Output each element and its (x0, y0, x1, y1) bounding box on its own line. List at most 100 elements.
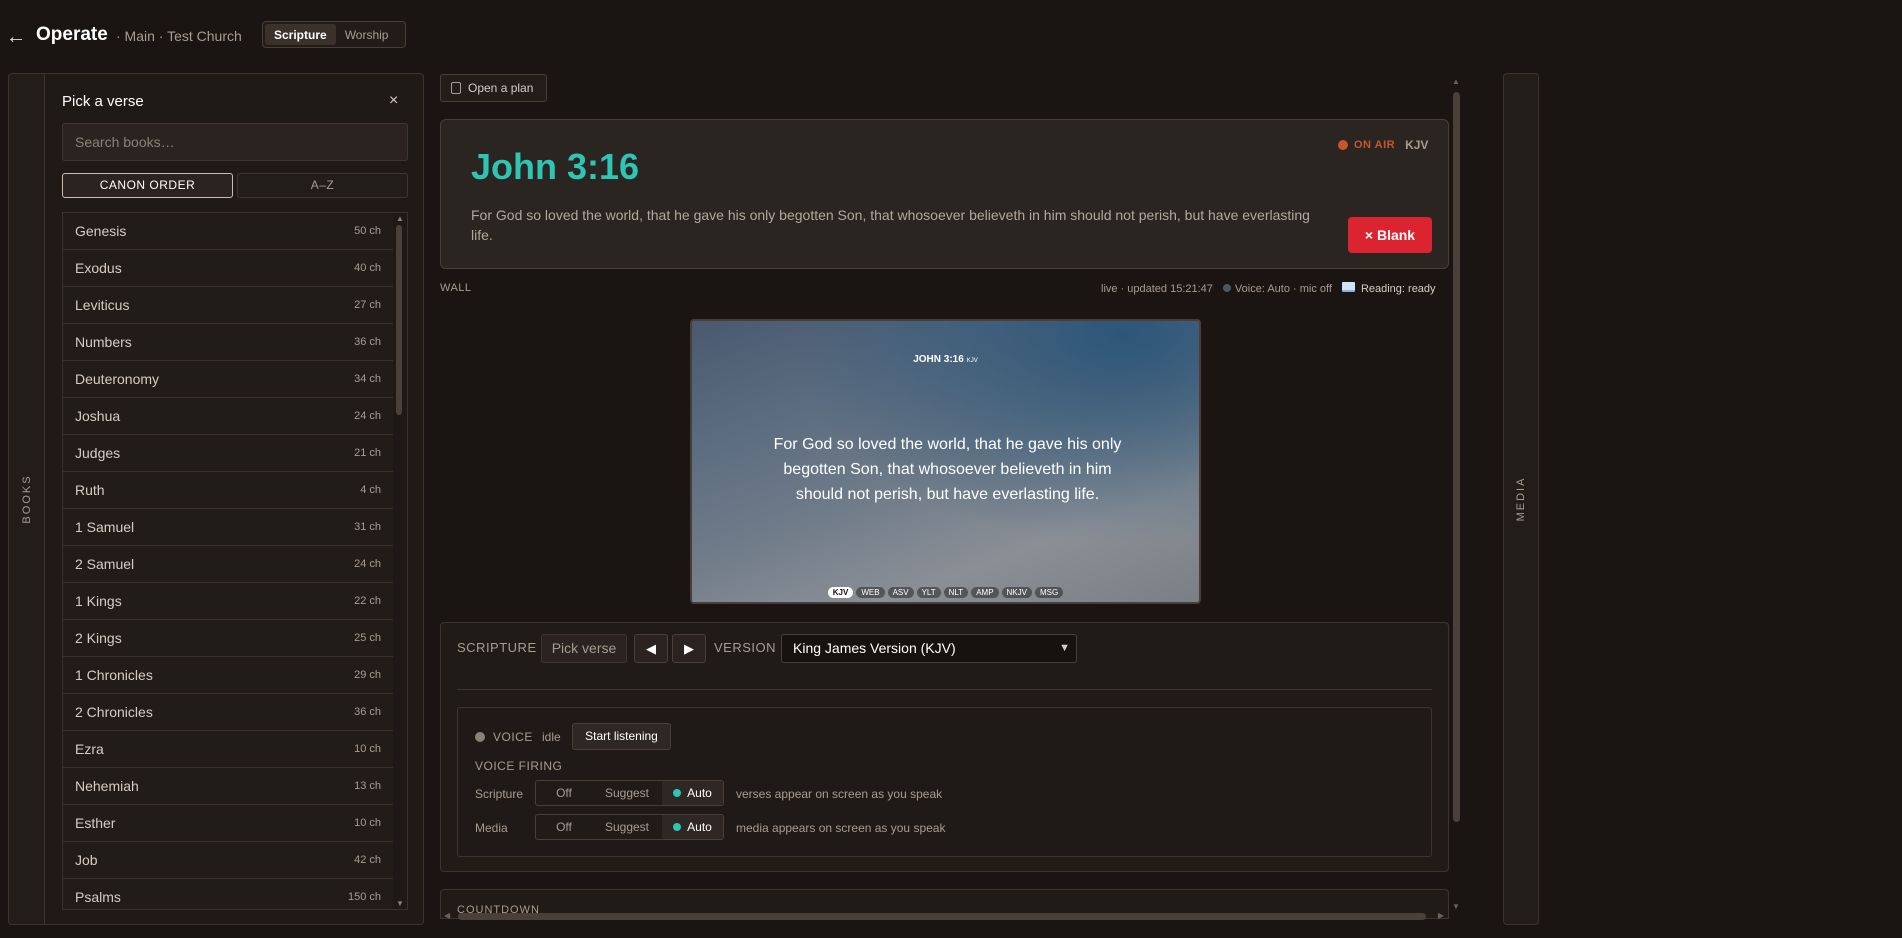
on-air-indicator: ON AIR KJV (1338, 138, 1428, 152)
back-arrow-icon[interactable]: ← (6, 26, 26, 49)
book-name: Judges (75, 445, 121, 461)
media-suggest-option[interactable]: Suggest (592, 815, 662, 839)
open-book-icon (1341, 282, 1355, 292)
live-reference: John 3:16 (471, 146, 640, 187)
book-name: Numbers (75, 334, 132, 350)
start-listening-button[interactable]: Start listening (572, 723, 671, 750)
sort-az-button[interactable]: A–Z (237, 173, 408, 198)
book-chapter-count: 10 ch (354, 817, 381, 829)
page-title: Operate (36, 24, 108, 45)
book-row[interactable]: Judges 21 ch (63, 435, 393, 472)
blank-button[interactable]: × Blank (1348, 217, 1432, 253)
book-chapter-count: 24 ch (354, 558, 381, 570)
mode-worship-button[interactable]: Worship (336, 24, 398, 45)
book-name: 2 Kings (75, 630, 122, 646)
mode-switch: Scripture Worship (262, 21, 406, 48)
book-row[interactable]: 1 Samuel 31 ch (63, 509, 393, 546)
book-row[interactable]: Genesis 50 ch (63, 213, 393, 250)
book-row[interactable]: Psalms 150 ch (63, 879, 393, 909)
book-row[interactable]: 1 Chronicles 29 ch (63, 657, 393, 694)
live-verse-card: John 3:16 For God so loved the world, th… (440, 119, 1449, 269)
on-air-dot-icon (1338, 140, 1348, 150)
version-chip-amp[interactable]: AMP (971, 587, 999, 598)
book-row[interactable]: 2 Chronicles 36 ch (63, 694, 393, 731)
scroll-up-icon[interactable]: ▲ (396, 214, 404, 223)
book-name: Esther (75, 815, 116, 831)
scripture-off-option[interactable]: Off (536, 781, 592, 805)
scripture-auto-option[interactable]: Auto (662, 781, 723, 805)
preview-reference: JOHN 3:16 KJV (913, 354, 978, 365)
voice-title: VOICE (493, 730, 533, 744)
open-plan-button[interactable]: Open a plan (440, 74, 547, 102)
scroll-thumb[interactable] (458, 913, 1426, 920)
book-row[interactable]: 2 Samuel 24 ch (63, 546, 393, 583)
books-rail[interactable]: BOOKS (8, 73, 44, 925)
book-name: Nehemiah (75, 778, 139, 794)
version-chip-nlt[interactable]: NLT (943, 587, 969, 598)
version-select[interactable]: King James Version (KJV) ▼ (781, 634, 1077, 663)
prev-verse-button[interactable]: ◀ (634, 634, 668, 663)
book-row[interactable]: Joshua 24 ch (63, 398, 393, 435)
scroll-up-icon[interactable]: ▲ (1452, 77, 1460, 86)
divider (457, 689, 1432, 690)
on-air-label: ON AIR (1354, 139, 1396, 151)
scripture-suggest-option[interactable]: Suggest (592, 781, 662, 805)
version-chip-web[interactable]: WEB (856, 587, 885, 598)
scroll-down-icon[interactable]: ▼ (396, 899, 404, 908)
book-name: Ezra (75, 741, 104, 757)
book-chapter-count: 34 ch (354, 373, 381, 385)
version-chip-asv[interactable]: ASV (887, 587, 914, 598)
book-name: Psalms (75, 889, 121, 905)
book-chapter-count: 22 ch (354, 595, 381, 607)
scroll-thumb[interactable] (1453, 92, 1460, 822)
book-chapter-count: 4 ch (360, 484, 381, 496)
version-chip-nkjv[interactable]: NKJV (1001, 587, 1032, 598)
sort-canon-button[interactable]: CANON ORDER (62, 173, 233, 198)
next-verse-button[interactable]: ▶ (672, 634, 706, 663)
scripture-firing-hint: verses appear on screen as you speak (736, 787, 943, 801)
book-list: Genesis 50 ch Exodus 40 ch Leviticus 27 ch Num… (62, 212, 408, 910)
media-rail[interactable]: MEDIA (1503, 73, 1539, 925)
books-rail-label: BOOKS (20, 474, 33, 524)
voice-state: idle (542, 730, 561, 744)
book-chapter-count: 10 ch (354, 743, 381, 755)
book-row[interactable]: Ruth 4 ch (63, 472, 393, 509)
main-vertical-scrollbar[interactable]: ▲ ▼ (1451, 77, 1461, 911)
version-chip-kjv[interactable]: KJV (827, 587, 854, 598)
mode-scripture-button[interactable]: Scripture (265, 24, 336, 45)
book-row[interactable]: Nehemiah 13 ch (63, 768, 393, 805)
voice-firing-title: VOICE FIRING (475, 759, 563, 773)
book-row[interactable]: Job 42 ch (63, 842, 393, 879)
book-list-scrollbar[interactable]: ▲ ▼ (393, 213, 407, 909)
pick-verse-button[interactable]: Pick verse (541, 634, 627, 663)
book-row[interactable]: 2 Kings 25 ch (63, 620, 393, 657)
book-name: Job (75, 852, 98, 868)
book-chapter-count: 25 ch (354, 632, 381, 644)
book-row[interactable]: Leviticus 27 ch (63, 287, 393, 324)
book-name: Leviticus (75, 297, 130, 313)
main-horizontal-scrollbar[interactable]: ◀ ▶ (444, 911, 1444, 921)
book-row[interactable]: Exodus 40 ch (63, 250, 393, 287)
scroll-left-icon[interactable]: ◀ (444, 911, 450, 920)
book-row[interactable]: Ezra 10 ch (63, 731, 393, 768)
book-chapter-count: 27 ch (354, 299, 381, 311)
book-chapter-count: 50 ch (354, 225, 381, 237)
book-name: 1 Chronicles (75, 667, 153, 683)
book-search-input[interactable] (62, 123, 408, 161)
book-row[interactable]: Numbers 36 ch (63, 324, 393, 361)
scroll-right-icon[interactable]: ▶ (1438, 911, 1444, 920)
book-row[interactable]: 1 Kings 22 ch (63, 583, 393, 620)
media-auto-option[interactable]: Auto (662, 815, 723, 839)
preview-version-chips: KJV WEB ASV YLT NLT AMP NKJV MSG (692, 587, 1199, 598)
scripture-firing-toggle: Off Suggest Auto (535, 780, 724, 806)
book-row[interactable]: Esther 10 ch (63, 805, 393, 842)
media-firing-label: Media (475, 821, 508, 835)
version-chip-ylt[interactable]: YLT (916, 587, 941, 598)
version-chip-msg[interactable]: MSG (1034, 587, 1064, 598)
book-row[interactable]: Deuteronomy 34 ch (63, 361, 393, 398)
media-off-option[interactable]: Off (536, 815, 592, 839)
scroll-down-icon[interactable]: ▼ (1452, 902, 1460, 911)
close-icon[interactable]: × (389, 92, 398, 110)
scroll-thumb[interactable] (396, 225, 402, 415)
top-bar: ← Operate · Main · Test Church Scripture… (0, 0, 1902, 70)
